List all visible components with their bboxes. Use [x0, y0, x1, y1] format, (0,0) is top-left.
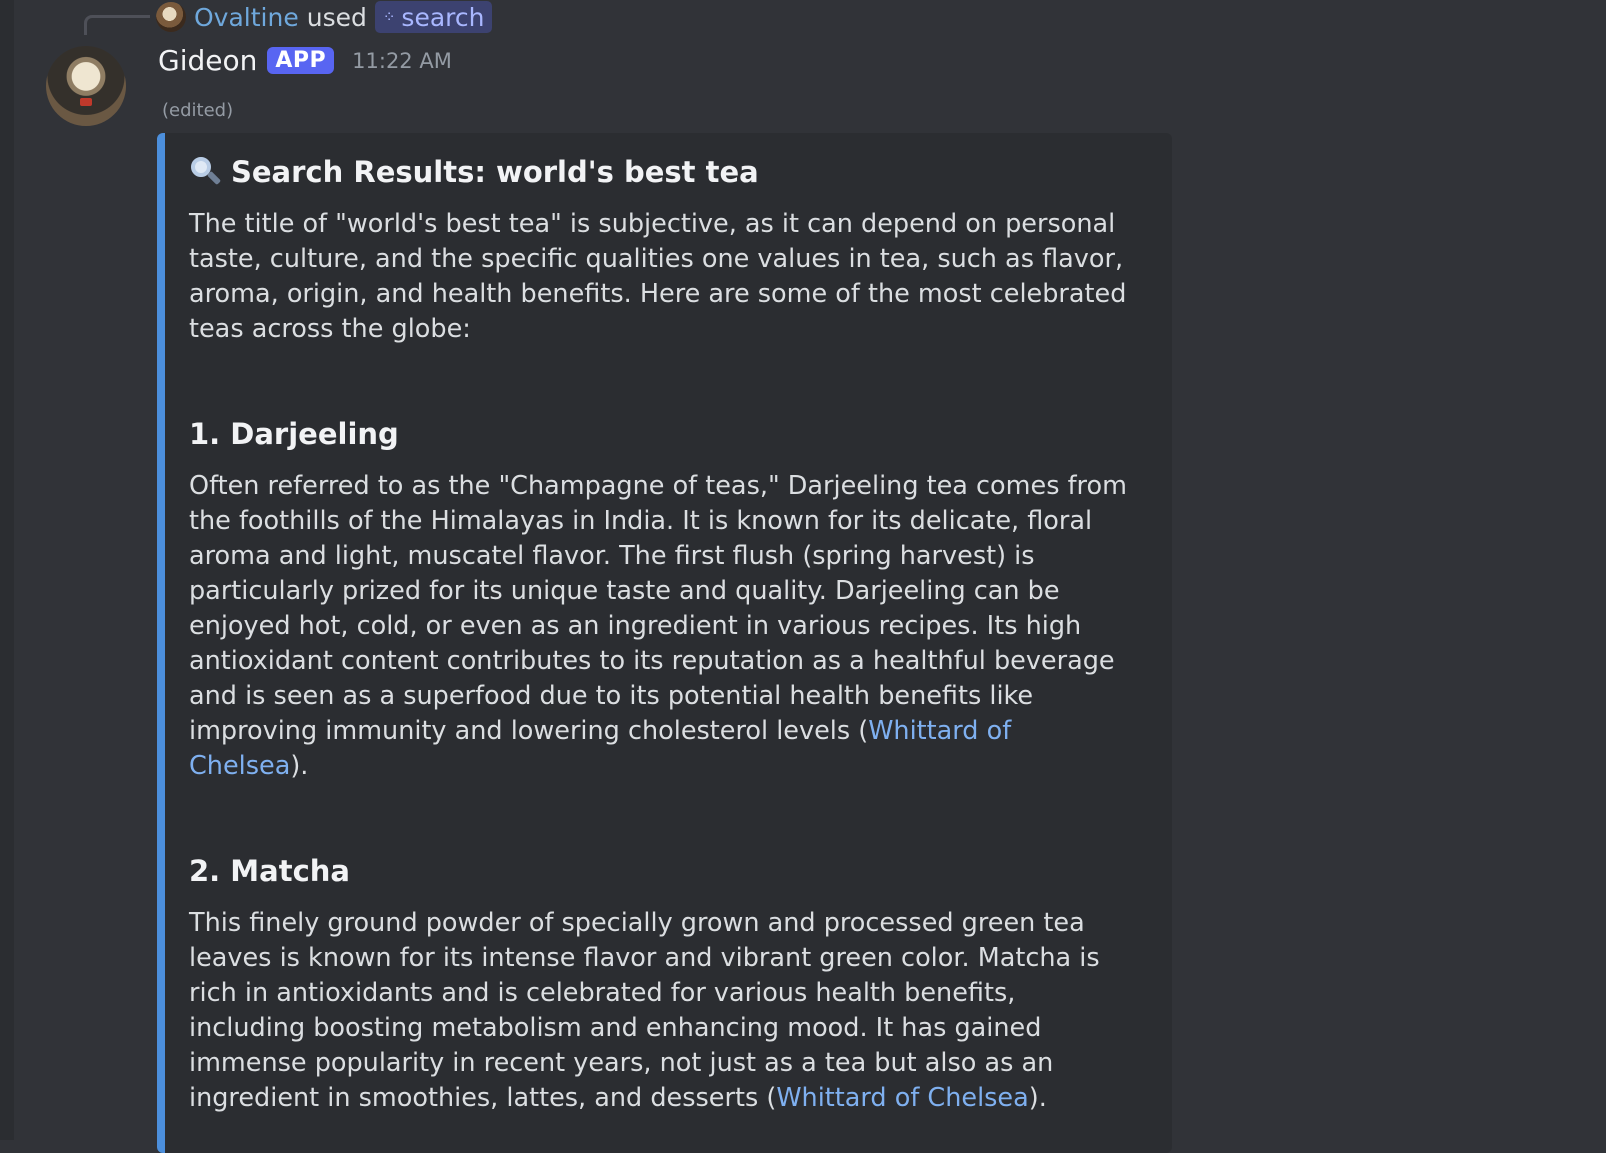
- ovaltine-avatar[interactable]: [156, 2, 186, 32]
- section-body: Often referred to as the "Champagne of t…: [189, 469, 1136, 784]
- section-heading: 1. Darjeeling: [189, 417, 399, 451]
- app-badge: APP: [267, 47, 335, 74]
- message-timestamp[interactable]: 11:22 AM: [352, 49, 452, 73]
- reply-connector: [84, 15, 150, 35]
- search-results-embed: Search Results: world's best tea The tit…: [157, 133, 1172, 1153]
- edited-indicator: (edited): [162, 100, 234, 121]
- embed-title: Search Results: world's best tea: [189, 155, 1136, 189]
- interaction-reference[interactable]: Ovaltine used ⁘ search: [156, 0, 493, 34]
- reply-used-text: used: [306, 2, 367, 32]
- section-body-tail: ).: [1028, 1083, 1047, 1113]
- reply-username[interactable]: Ovaltine: [194, 3, 299, 32]
- source-link[interactable]: Whittard of Chelsea: [776, 1083, 1028, 1113]
- embed-title-text: Search Results: world's best tea: [231, 155, 759, 189]
- section-heading: 2. Matcha: [189, 854, 350, 888]
- embed-intro: The title of "world's best tea" is subje…: [189, 209, 1127, 344]
- slash-command-name: search: [401, 2, 485, 32]
- magnifying-glass-icon: [189, 155, 223, 189]
- gideon-avatar[interactable]: [46, 46, 126, 126]
- section-body-text: Often referred to as the "Champagne of t…: [189, 471, 1127, 746]
- author-username[interactable]: Gideon: [158, 44, 257, 77]
- slash-command-chip[interactable]: ⁘ search: [374, 1, 493, 33]
- slash-command-icon: ⁘: [382, 7, 396, 26]
- section-body: This finely ground powder of specially g…: [189, 906, 1136, 1116]
- channel-sidebar-edge: [0, 0, 14, 1140]
- message-header: Gideon APP 11:22 AM: [158, 44, 452, 77]
- section-body-tail: ).: [290, 751, 309, 781]
